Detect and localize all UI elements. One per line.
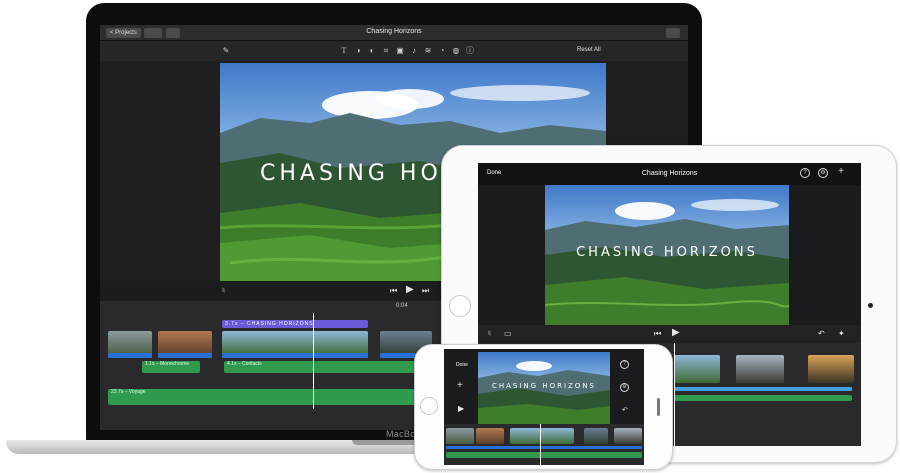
ipad-nav-bar: Done Chasing Horizons ? ⚙ +	[478, 163, 861, 185]
timeline-timecode: 0:04	[396, 303, 408, 309]
device-composite: MacBo < Projects Chasing Horizons ✎ T ◑ …	[0, 0, 900, 473]
skip-back-icon[interactable]: ⏮	[654, 330, 661, 338]
add-icon[interactable]: +	[457, 381, 463, 391]
audio-clip[interactable]	[446, 452, 642, 458]
playhead[interactable]	[674, 343, 675, 446]
project-title: Chasing Horizons	[366, 28, 422, 35]
ipad-playback-controls: ♮ ▭ ⏮ ▶ ↶ ✦	[478, 325, 861, 343]
clip-audio-bar	[108, 353, 152, 358]
video-clip[interactable]	[108, 331, 152, 355]
mac-toolbar: ✎ T ◑ ◐ ⌗ ▣ ♪ ≋ ◔ ◍ ⓘ Reset All	[100, 41, 688, 61]
noise-reduction-icon[interactable]: ≋	[424, 47, 432, 55]
done-button[interactable]: Done	[456, 362, 468, 368]
video-clip[interactable]	[584, 428, 608, 444]
play-icon[interactable]: ▶	[458, 405, 464, 413]
title-overlay: CHASING HORIZONS	[576, 245, 758, 260]
macbook-brand-label: MacBo	[386, 429, 416, 439]
audio-clip[interactable]: 4.1s – Contacts	[224, 361, 424, 373]
title-clip[interactable]: 3.7s – CHASING HORIZONS	[222, 320, 368, 328]
settings-gear-icon[interactable]: ✦	[838, 330, 845, 338]
iphone-speaker	[657, 398, 660, 416]
playhead[interactable]	[540, 424, 541, 465]
audio-clip[interactable]	[674, 395, 852, 401]
mac-titlebar: < Projects Chasing Horizons	[100, 25, 688, 41]
reset-all-button[interactable]: Reset All	[577, 47, 601, 53]
help-icon[interactable]: ?	[800, 168, 810, 178]
share-button[interactable]	[666, 28, 680, 38]
help-icon[interactable]: ?	[620, 360, 629, 369]
video-clip[interactable]	[222, 331, 368, 355]
settings-icon[interactable]: ⚙	[818, 168, 828, 178]
skip-forward-icon[interactable]: ⏭	[422, 287, 429, 295]
volume-icon[interactable]: ♪	[410, 47, 418, 55]
video-clip[interactable]	[476, 428, 504, 444]
info-icon[interactable]: ⓘ	[466, 47, 474, 55]
clip-audio-bar	[222, 353, 368, 358]
title-tool-icon[interactable]: T	[340, 47, 348, 55]
title-overlay: CHASING HORIZONS	[491, 382, 597, 390]
play-icon[interactable]: ▶	[672, 328, 680, 338]
microphone-icon[interactable]: ♮	[222, 287, 225, 295]
video-clip[interactable]	[446, 428, 474, 444]
clip-audio-bar	[674, 387, 852, 391]
video-clip[interactable]	[158, 331, 212, 355]
clip-filter-icon[interactable]: ◍	[452, 47, 460, 55]
color-correction-icon[interactable]: ◐	[368, 47, 376, 55]
video-clip[interactable]	[736, 355, 784, 383]
skip-back-icon[interactable]: ⏮	[390, 287, 397, 295]
music-clip[interactable]: 23.7s – Voyage	[108, 389, 430, 405]
playhead[interactable]	[313, 313, 314, 409]
crop-icon[interactable]: ⌗	[382, 47, 390, 55]
iphone-home-button[interactable]	[420, 397, 438, 415]
iphone-timeline	[444, 424, 644, 465]
video-clip[interactable]	[510, 428, 574, 444]
imovie-iphone-screen: Done + ▶ CHASING HORIZONS ? ⚙ ↶	[444, 349, 644, 465]
iphone-video-viewer: CHASING HORIZONS	[478, 352, 610, 424]
color-balance-icon[interactable]: ◑	[354, 47, 362, 55]
microphone-icon[interactable]: ♮	[488, 330, 491, 338]
undo-icon[interactable]: ↶	[622, 407, 628, 415]
magic-wand-icon[interactable]: ✎	[222, 47, 230, 55]
speed-icon[interactable]: ◔	[438, 47, 446, 55]
play-icon[interactable]: ▶	[406, 285, 414, 295]
undo-icon[interactable]: ↶	[818, 330, 825, 338]
audio-clip[interactable]: 1.1s – Monochrome	[142, 361, 200, 373]
add-icon[interactable]: +	[836, 167, 846, 178]
clip-audio-bar	[446, 446, 642, 449]
settings-icon[interactable]: ⚙	[620, 383, 629, 392]
ipad-home-button[interactable]	[449, 295, 471, 317]
stabilization-icon[interactable]: ▣	[396, 47, 404, 55]
ipad-video-viewer: CHASING HORIZONS	[545, 185, 789, 325]
video-clip[interactable]	[674, 355, 720, 383]
video-clip[interactable]	[614, 428, 642, 444]
camera-icon[interactable]: ▭	[504, 330, 512, 338]
video-clip[interactable]	[808, 355, 854, 383]
clip-audio-bar	[158, 353, 212, 358]
ipad-camera	[868, 303, 873, 308]
